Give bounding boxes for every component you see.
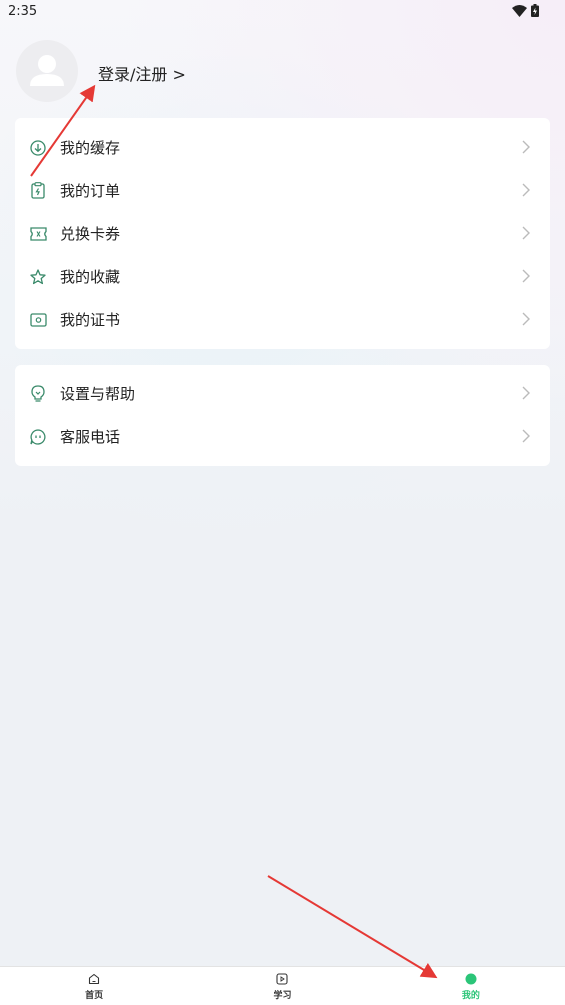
menu-item-label: 设置与帮助 [60, 385, 136, 403]
tab-label: 首页 [85, 991, 104, 1001]
star-icon [29, 268, 47, 286]
tab-label: 我的 [461, 991, 480, 1001]
menu-item-label: 我的订单 [60, 182, 121, 200]
wifi-icon [512, 4, 527, 17]
tab-label: 学习 [273, 991, 292, 1001]
order-clipboard-icon [29, 182, 47, 200]
chevron-right-icon [522, 269, 530, 283]
chevron-right-icon [522, 429, 530, 443]
profile-header[interactable]: 登录/注册 > [16, 40, 556, 102]
play-icon [276, 973, 289, 985]
certificate-icon [29, 311, 47, 329]
menu-item-label: 客服电话 [60, 428, 121, 446]
profile-dot-icon [465, 973, 477, 985]
menu-item-label: 我的收藏 [60, 268, 121, 286]
chevron-right-icon [522, 183, 530, 197]
menu-item-customer-service[interactable]: 客服电话 [15, 415, 550, 458]
status-time: 2:35 [8, 4, 38, 19]
download-icon [29, 139, 47, 157]
user-avatar-icon[interactable] [16, 40, 78, 102]
chevron-right-icon [522, 226, 530, 240]
chevron-right-icon [522, 140, 530, 154]
menu-item-certificates[interactable]: 我的证书 [15, 298, 550, 341]
menu-card-support: 设置与帮助 客服电话 [15, 365, 550, 466]
chat-bubble-icon [29, 428, 47, 446]
tab-home[interactable]: 首页 [0, 967, 188, 1005]
menu-item-cache[interactable]: 我的缓存 [15, 126, 550, 169]
status-bar: 2:35 [0, 0, 565, 24]
menu-card-main: 我的缓存 我的订单 兑换卡券 我的收藏 我的证书 [15, 118, 550, 349]
home-icon [89, 973, 100, 985]
chevron-right-icon [522, 386, 530, 400]
lightbulb-icon [29, 385, 47, 403]
status-icons [512, 4, 539, 17]
menu-item-label: 兑换卡券 [60, 225, 121, 243]
menu-item-orders[interactable]: 我的订单 [15, 169, 550, 212]
chevron-right-icon [522, 312, 530, 326]
menu-item-label: 我的缓存 [60, 139, 121, 157]
menu-item-favorites[interactable]: 我的收藏 [15, 255, 550, 298]
battery-charging-icon [531, 4, 539, 17]
bottom-navigation: 首页 学习 我的 [0, 966, 565, 1005]
ticket-icon [29, 225, 47, 243]
menu-item-label: 我的证书 [60, 311, 121, 329]
menu-item-settings-help[interactable]: 设置与帮助 [15, 372, 550, 415]
annotation-arrow-mine-tab [267, 875, 438, 979]
menu-item-redeem[interactable]: 兑换卡券 [15, 212, 550, 255]
tab-mine[interactable]: 我的 [377, 967, 565, 1005]
login-register-link[interactable]: 登录/注册 > [98, 61, 186, 85]
tab-study[interactable]: 学习 [188, 967, 376, 1005]
